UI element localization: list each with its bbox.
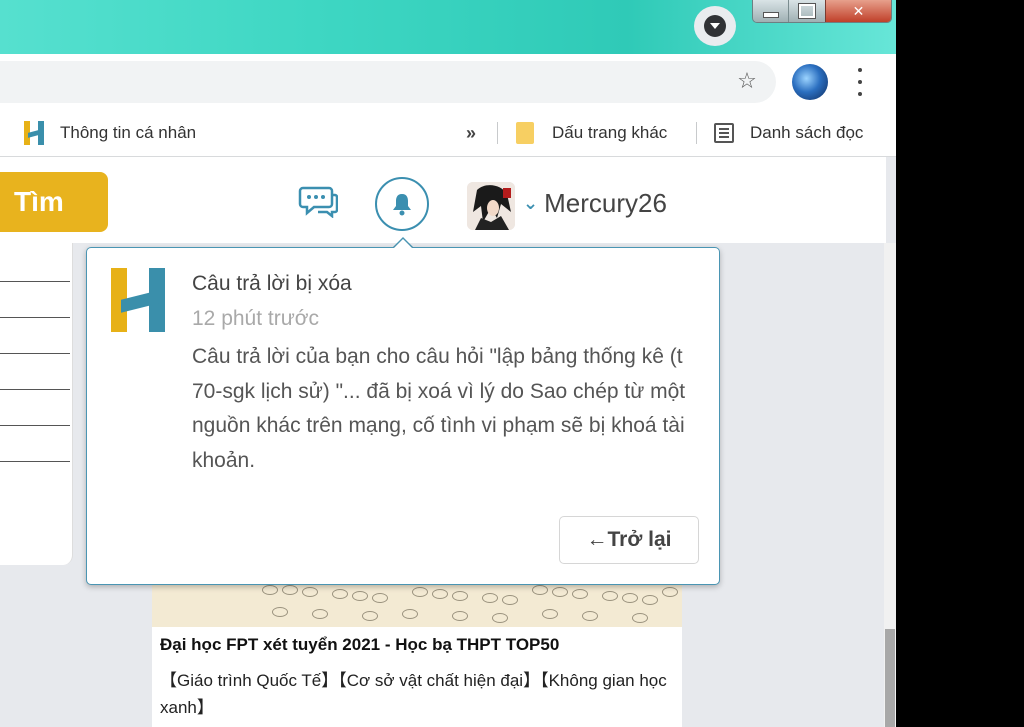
reading-list-icon	[714, 123, 734, 143]
search-button[interactable]: Tìm	[0, 172, 108, 232]
bookmarks-overflow-label: »	[466, 122, 477, 143]
site-header: Tìm ⌄ Mercury26	[0, 157, 886, 243]
bookmark-reading-list-label: Danh sách đọc	[750, 123, 864, 142]
minimize-icon[interactable]	[753, 0, 789, 22]
star-icon[interactable]: ☆	[734, 68, 760, 94]
omnibox[interactable]	[0, 61, 776, 103]
address-bar: ☆	[0, 54, 896, 110]
back-button-label: ←Trở lại	[586, 528, 672, 551]
notification-time: 12 phút trước	[192, 307, 320, 330]
bookmarks-bar: Thông tin cá nhân » Dấu trang khác Danh …	[0, 110, 896, 157]
bookmark-other-label: Dấu trang khác	[552, 123, 668, 142]
ad-card[interactable]: Đại học FPT xét tuyển 2021 - Học bạ THPT…	[152, 575, 682, 727]
user-menu[interactable]: ⌄ Mercury26	[523, 183, 667, 223]
scrollbar-thumb[interactable]	[885, 629, 895, 727]
bookmark-profile-label: Thông tin cá nhân	[60, 123, 197, 142]
black-area	[896, 0, 1024, 727]
divider	[0, 425, 70, 426]
scrollbar[interactable]	[884, 243, 896, 727]
profile-avatar[interactable]	[792, 64, 828, 100]
maximize-icon[interactable]	[788, 0, 825, 22]
search-button-label: Tìm	[14, 186, 64, 217]
menu-icon[interactable]	[852, 68, 868, 96]
notification-title: Câu trả lời bị xóa	[192, 272, 352, 295]
user-avatar[interactable]	[467, 182, 515, 230]
username: Mercury26	[544, 187, 667, 218]
avatar-image	[467, 182, 515, 230]
bookmarks-overflow-button[interactable]: »	[466, 110, 476, 156]
divider	[0, 281, 70, 282]
close-icon[interactable]: ✕	[824, 0, 891, 22]
ad-title[interactable]: Đại học FPT xét tuyển 2021 - Học bạ THPT…	[160, 635, 559, 655]
bookmark-profile[interactable]: Thông tin cá nhân	[24, 110, 196, 156]
left-panel	[0, 243, 73, 565]
hoc24-logo-icon	[24, 121, 46, 145]
notifications-button[interactable]	[375, 177, 429, 231]
divider	[0, 317, 70, 318]
tab-search-icon	[704, 15, 726, 37]
folder-icon	[516, 122, 534, 144]
chevron-down-icon: ⌄	[523, 192, 539, 213]
hoc24-logo-icon	[111, 268, 167, 334]
divider	[497, 122, 498, 144]
bookmark-reading-list[interactable]: Danh sách đọc	[714, 110, 863, 156]
window-controls: ✕	[752, 0, 892, 23]
tab-search-button[interactable]	[694, 6, 736, 46]
back-button[interactable]: ←Trở lại	[559, 516, 699, 564]
divider	[0, 461, 70, 462]
title-bar: ✕	[0, 0, 896, 54]
divider	[0, 389, 70, 390]
ad-description: 【Giáo trình Quốc Tế】【Cơ sở vật chất hiện…	[160, 671, 667, 717]
bookmark-other[interactable]: Dấu trang khác	[516, 110, 667, 156]
chat-icon[interactable]	[298, 184, 338, 218]
divider	[0, 353, 70, 354]
bell-icon	[393, 194, 411, 216]
popover-arrow-inner	[394, 239, 412, 248]
browser-window: ✕ ☆ Thông tin cá nhân » Dấu trang khác D…	[0, 0, 896, 727]
notification-popover: Câu trả lời bị xóa 12 phút trước Câu trả…	[86, 247, 720, 585]
divider	[696, 122, 697, 144]
notification-body: Câu trả lời của bạn cho câu hỏi "lập bản…	[192, 345, 686, 472]
